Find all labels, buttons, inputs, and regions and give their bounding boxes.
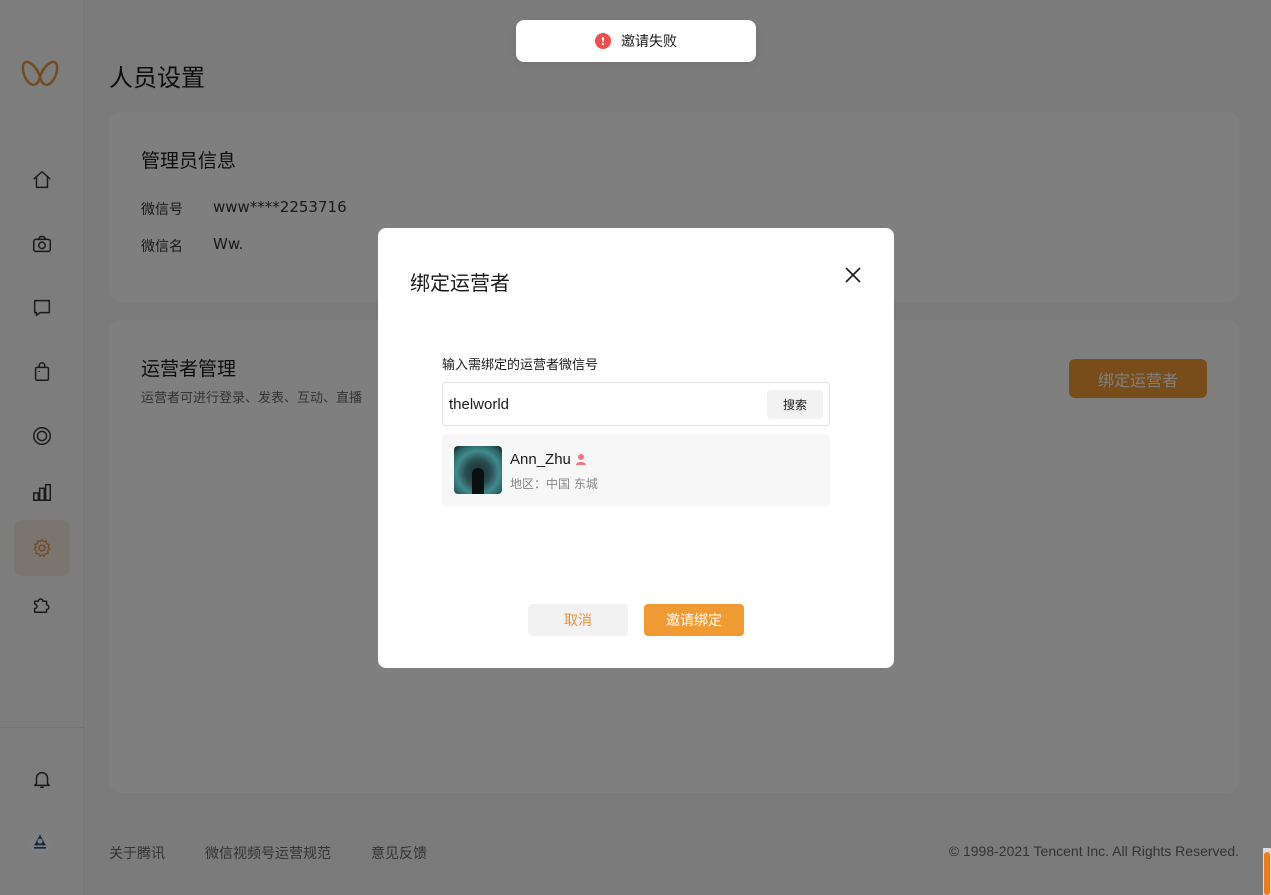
dialog-title: 绑定运营者 xyxy=(410,271,510,295)
user-region: 地区：中国 东城 xyxy=(510,477,598,491)
wechat-id-field-label: 输入需绑定的运营者微信号 xyxy=(442,358,599,373)
invite-bind-button[interactable]: 邀请绑定 xyxy=(644,604,744,636)
female-icon xyxy=(574,451,588,465)
cancel-button[interactable]: 取消 xyxy=(528,604,628,636)
error-toast: ! 邀请失败 xyxy=(516,20,756,62)
user-avatar xyxy=(454,446,502,494)
scrollbar-thumb[interactable] xyxy=(1264,852,1270,895)
search-button[interactable]: 搜索 xyxy=(767,390,823,419)
close-icon[interactable] xyxy=(842,264,864,286)
search-result-item[interactable]: Ann_Zhu 地区：中国 东城 xyxy=(442,434,830,506)
search-box: 搜索 xyxy=(442,382,830,426)
wechat-id-search-input[interactable] xyxy=(449,391,759,417)
bind-operator-dialog: 绑定运营者 输入需绑定的运营者微信号 搜索 Ann_Zhu 地区：中国 东城 取… xyxy=(378,228,894,668)
user-name: Ann_Zhu xyxy=(510,451,571,468)
toast-message: 邀请失败 xyxy=(621,34,677,50)
error-icon: ! xyxy=(595,33,611,49)
